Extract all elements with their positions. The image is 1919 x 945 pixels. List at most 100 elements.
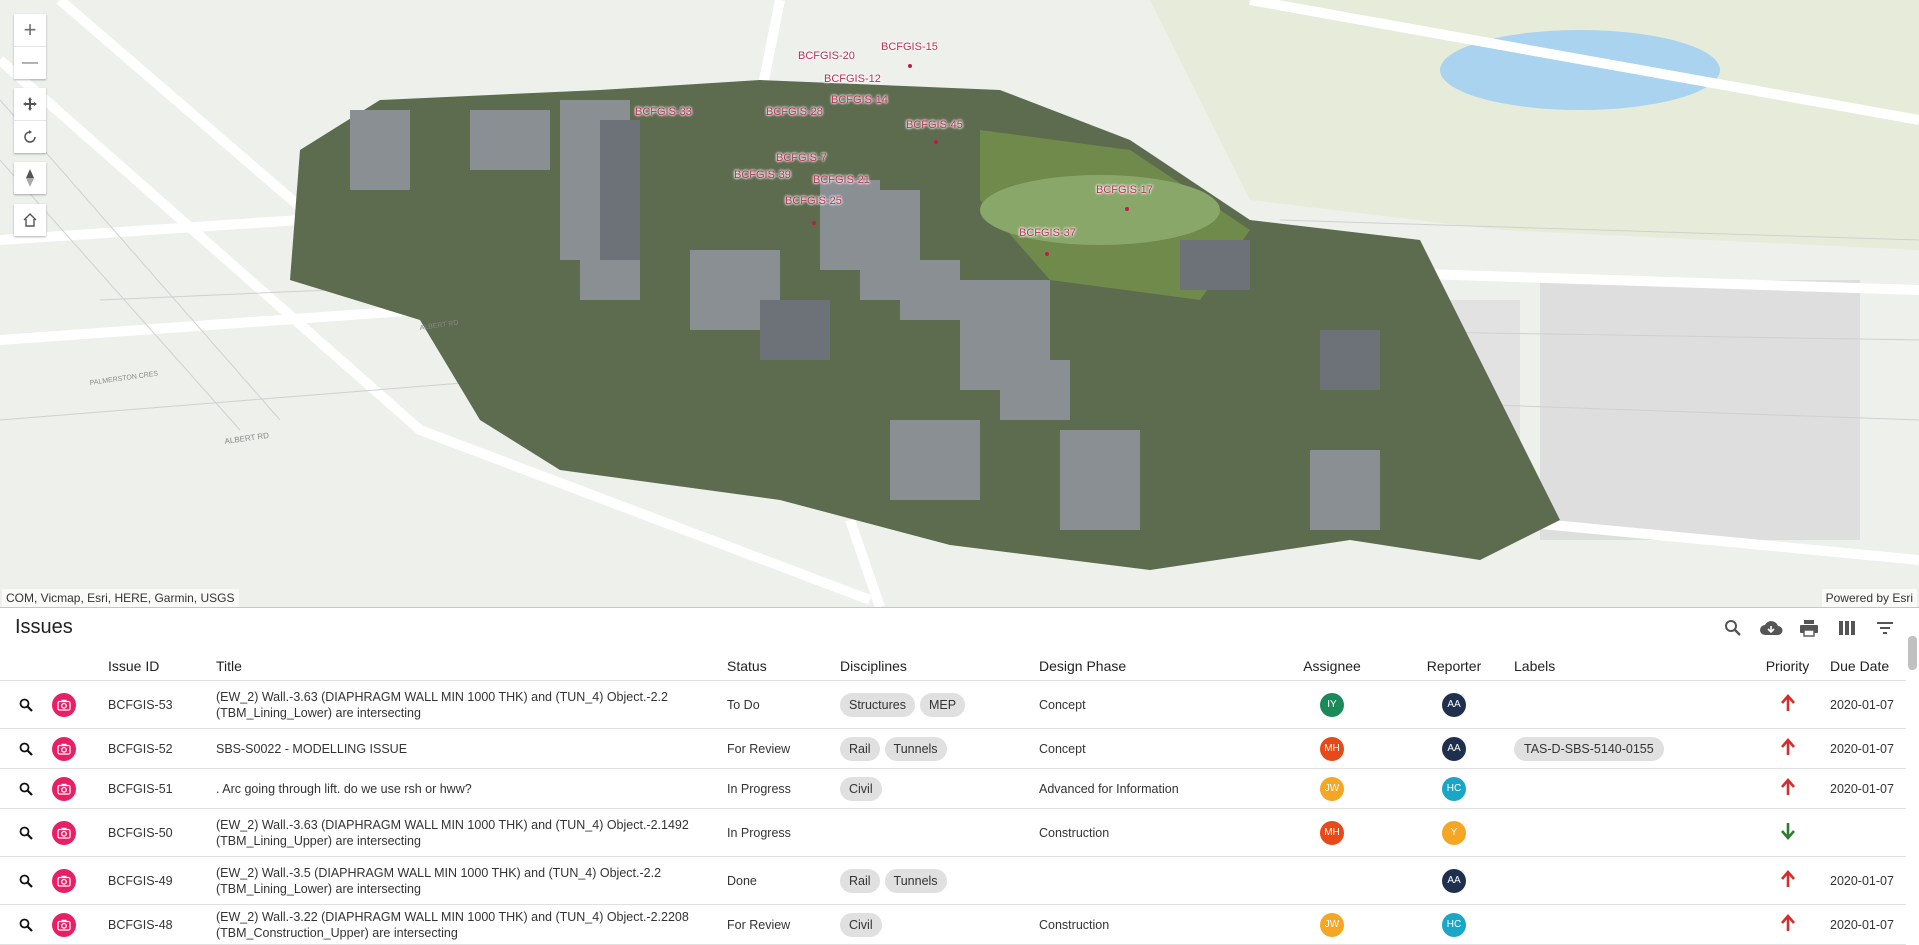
discipline-chip: Tunnels (884, 868, 947, 893)
snapshot-button[interactable] (52, 868, 76, 893)
powered-by-esri[interactable]: Powered by Esri (1821, 589, 1917, 607)
col-header-reporter[interactable]: Reporter (1394, 652, 1514, 681)
issue-labels (1514, 680, 1745, 729)
col-header-priority[interactable]: Priority (1745, 652, 1830, 681)
col-header-title[interactable]: Title (216, 652, 727, 681)
col-header-due-date[interactable]: Due Date (1830, 652, 1906, 681)
issue-status: For Review (727, 728, 840, 769)
rotate-icon (24, 130, 36, 143)
print-icon (1800, 620, 1818, 637)
columns-button[interactable] (1835, 616, 1859, 640)
issue-design-phase (1039, 856, 1270, 905)
issue-disciplines: Rail Tunnels (840, 728, 1039, 769)
priority-high-icon (1780, 869, 1795, 887)
search-icon (19, 782, 33, 796)
map-issue-label[interactable]: BCFGIS-28 (766, 106, 823, 118)
issue-due-date (1830, 808, 1906, 857)
zoom-to-issue-button[interactable] (0, 698, 52, 712)
col-header-status[interactable]: Status (727, 652, 840, 681)
table-row[interactable]: BCFGIS-53 (EW_2) Wall.-3.63 (DIAPHRAGM WA… (0, 680, 1906, 729)
discipline-chip: MEP (919, 692, 966, 717)
issue-design-phase: Concept (1039, 680, 1270, 729)
issue-title: (EW_2) Wall.-3.63 (DIAPHRAGM WALL MIN 10… (216, 680, 727, 729)
col-header-labels[interactable]: Labels (1514, 652, 1745, 681)
zoom-to-issue-button[interactable] (0, 826, 52, 840)
snapshot-button[interactable] (52, 692, 76, 717)
table-row[interactable]: BCFGIS-50 (EW_2) Wall.-3.63 (DIAPHRAGM WA… (0, 808, 1906, 857)
print-button[interactable] (1797, 616, 1821, 640)
discipline-chip: Civil (840, 912, 882, 937)
map-issue-label[interactable]: BCFGIS-14 (831, 94, 888, 106)
search-icon (1725, 620, 1741, 636)
snapshot-button[interactable] (52, 776, 76, 801)
col-header-disciplines[interactable]: Disciplines (840, 652, 1039, 681)
filter-icon (1877, 622, 1893, 634)
zoom-to-issue-button[interactable] (0, 782, 52, 796)
issue-id: BCFGIS-52 (108, 728, 216, 769)
zoom-out-button[interactable]: — (14, 46, 46, 79)
discipline-chip: Structures (840, 692, 915, 717)
issue-id: BCFGIS-48 (108, 904, 216, 945)
table-row[interactable]: BCFGIS-49 (EW_2) Wall.-3.5 (DIAPHRAGM WAL… (0, 856, 1906, 905)
col-header-assignee[interactable]: Assignee (1270, 652, 1394, 681)
table-row[interactable]: BCFGIS-52 SBS-S0022 - MODELLING ISSUE For … (0, 728, 1906, 769)
map-issue-label[interactable]: BCFGIS-7 (776, 152, 827, 164)
snapshot-button[interactable] (52, 912, 76, 937)
table-row[interactable]: BCFGIS-48 (EW_2) Wall.-3.22 (DIAPHRAGM WA… (0, 904, 1906, 945)
reporter-avatar: AA (1442, 692, 1466, 717)
issue-id: BCFGIS-50 (108, 808, 216, 857)
filter-button[interactable] (1873, 616, 1897, 640)
issue-due-date: 2020-01-07 (1830, 768, 1906, 809)
zoom-to-issue-button[interactable] (0, 742, 52, 756)
snapshot-button[interactable] (52, 736, 76, 761)
issue-id: BCFGIS-53 (108, 680, 216, 729)
map-issue-label[interactable]: BCFGIS-25 (785, 195, 842, 207)
issue-disciplines: Civil (840, 904, 1039, 945)
map-issue-label[interactable]: BCFGIS-21 (813, 174, 870, 186)
map-issue-label[interactable]: BCFGIS-33 (635, 106, 692, 118)
issue-status: In Progress (727, 808, 840, 857)
discipline-chip: Tunnels (884, 736, 947, 761)
issue-disciplines (840, 808, 1039, 857)
reporter-avatar: HC (1442, 912, 1466, 937)
priority-high-icon (1780, 737, 1795, 755)
zoom-to-issue-button[interactable] (0, 874, 52, 888)
issues-table: Issue ID Title Status Disciplines Design… (0, 652, 1906, 945)
camera-icon (57, 783, 71, 795)
map-issue-label[interactable]: BCFGIS-17 (1096, 184, 1153, 196)
map-attribution: COM, Vicmap, Esri, HERE, Garmin, USGS (2, 589, 239, 607)
home-button[interactable] (14, 204, 46, 236)
snapshot-button[interactable] (52, 820, 76, 845)
camera-icon (57, 875, 71, 887)
map-issue-label[interactable]: BCFGIS-12 (824, 73, 881, 85)
search-icon (19, 826, 33, 840)
compass-button[interactable] (14, 162, 46, 194)
col-header-zoom (0, 652, 52, 681)
pan-button[interactable] (14, 88, 46, 120)
issue-design-phase: Construction (1039, 904, 1270, 945)
download-button[interactable] (1759, 616, 1783, 640)
map-issue-label[interactable]: BCFGIS-39 (734, 169, 791, 181)
map-issue-label[interactable]: BCFGIS-20 (798, 50, 855, 62)
home-icon (23, 213, 37, 227)
issue-due-date: 2020-01-07 (1830, 904, 1906, 945)
zoom-in-button[interactable]: + (14, 14, 46, 46)
table-row[interactable]: BCFGIS-51. Arc going through lift. do we… (0, 768, 1906, 809)
assignee-avatar: JW (1320, 776, 1344, 801)
issue-status: For Review (727, 904, 840, 945)
search-button[interactable] (1721, 616, 1745, 640)
col-header-design-phase[interactable]: Design Phase (1039, 652, 1270, 681)
col-header-issue-id[interactable]: Issue ID (108, 652, 216, 681)
priority-high-icon (1780, 913, 1795, 931)
reporter-avatar: HC (1442, 776, 1466, 801)
map-issue-label[interactable]: BCFGIS-45 (906, 119, 963, 131)
issue-title: SBS-S0022 - MODELLING ISSUE (216, 728, 727, 769)
assignee-avatar: IY (1320, 692, 1344, 717)
zoom-to-issue-button[interactable] (0, 918, 52, 932)
scene-view[interactable]: ALBERT RD PALMERSTON CRES ALBERT RD BCFG… (0, 0, 1919, 608)
map-issue-label[interactable]: BCFGIS-15 (881, 41, 938, 53)
rotate-button[interactable] (14, 120, 46, 153)
table-scrollbar[interactable] (1908, 636, 1917, 670)
issue-title: (EW_2) Wall.-3.22 (DIAPHRAGM WALL MIN 10… (216, 904, 727, 945)
map-issue-label[interactable]: BCFGIS-37 (1019, 227, 1076, 239)
